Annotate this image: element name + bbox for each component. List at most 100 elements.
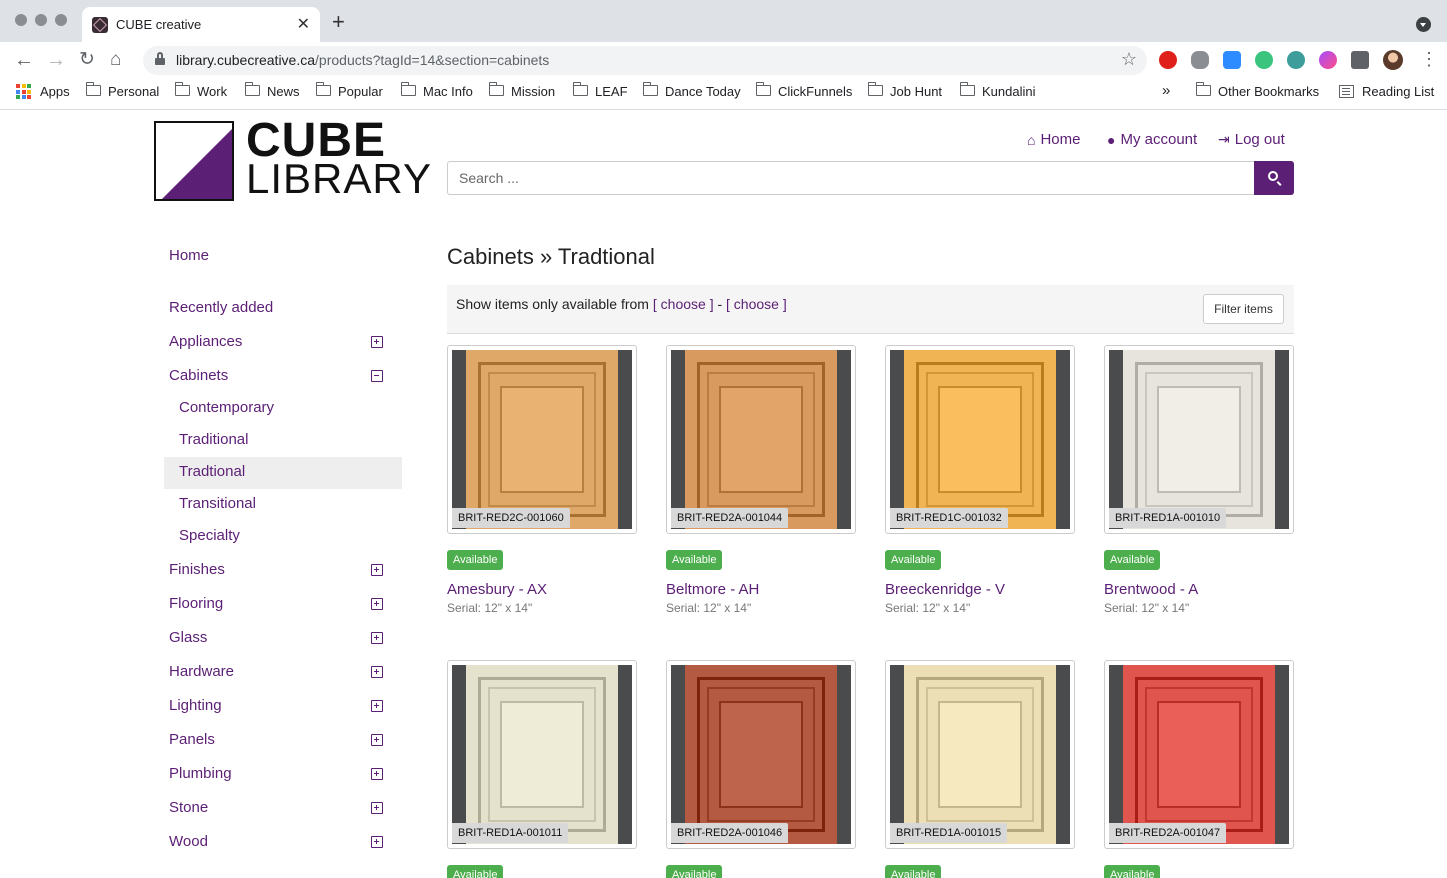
folder-icon	[245, 82, 260, 96]
choose-start-date-link[interactable]: [ choose ]	[653, 296, 714, 312]
product-name-link[interactable]: Brentwood - A	[1104, 581, 1198, 598]
product-thumbnail[interactable]	[666, 660, 856, 849]
availability-badge: Available	[447, 865, 504, 878]
bookmark-mac-info[interactable]: Mac Info	[401, 82, 473, 99]
back-arrow-icon[interactable]: ←	[14, 47, 34, 73]
nav-home-link[interactable]: ⌂ Home	[1027, 131, 1080, 148]
bookmark-news[interactable]: News	[245, 82, 300, 99]
folder-icon	[489, 82, 504, 96]
sidebar-subitem-transitional[interactable]: Transitional	[179, 494, 256, 514]
bookmarks-bar: Apps Personal Work News Popular Mac Info…	[0, 78, 1447, 110]
address-bar[interactable]: library.cubecreative.ca/products?tagId=1…	[143, 46, 1147, 75]
availability-badge: Available	[1104, 550, 1161, 570]
cabinet-door-image	[685, 350, 837, 529]
product-serial: Serial: 12" x 14"	[666, 601, 752, 615]
new-tab-button[interactable]: +	[332, 11, 345, 33]
window-close-button[interactable]	[15, 14, 27, 26]
zoom-extension-icon[interactable]	[1223, 51, 1241, 69]
sidebar-item-stone[interactable]: Stone	[169, 798, 208, 818]
nav-logout-link[interactable]: ⇥ Log out	[1218, 131, 1285, 148]
bookmark-leaf[interactable]: LEAF	[573, 82, 628, 99]
bookmark-dance-today[interactable]: Dance Today	[643, 82, 741, 99]
clickup-extension-icon[interactable]	[1319, 51, 1337, 69]
expand-plus-icon[interactable]	[371, 336, 383, 348]
teal-extension-icon[interactable]	[1287, 51, 1305, 69]
bookmark-personal[interactable]: Personal	[86, 82, 159, 99]
product-sku: BRIT-RED1A-001015	[890, 823, 1008, 843]
filter-items-button[interactable]: Filter items	[1203, 294, 1284, 324]
puzzle-extension-icon[interactable]	[1351, 51, 1369, 69]
expand-plus-icon[interactable]	[371, 564, 383, 576]
bookmark-star-icon[interactable]: ☆	[1121, 49, 1137, 70]
sidebar-item-hardware[interactable]: Hardware	[169, 662, 234, 682]
bookmarks-overflow-button[interactable]: »	[1162, 82, 1170, 99]
expand-plus-icon[interactable]	[371, 632, 383, 644]
product-thumbnail[interactable]	[1104, 345, 1294, 534]
browser-tab[interactable]: CUBE creative ✕	[82, 7, 320, 42]
sidebar-item-appliances[interactable]: Appliances	[169, 332, 242, 352]
folder-icon	[401, 82, 416, 96]
bookmark-mission[interactable]: Mission	[489, 82, 555, 99]
product-thumbnail[interactable]	[885, 345, 1075, 534]
sidebar-item-recently-added[interactable]: Recently added	[169, 298, 273, 318]
bug-extension-icon[interactable]	[1191, 51, 1209, 69]
profile-avatar[interactable]	[1383, 50, 1403, 70]
reading-list-button[interactable]: Reading List	[1339, 84, 1434, 99]
reload-icon[interactable]: ↻	[79, 47, 95, 73]
product-sku: BRIT-RED2A-001047	[1109, 823, 1227, 843]
sidebar-item-glass[interactable]: Glass	[169, 628, 207, 648]
expand-plus-icon[interactable]	[371, 598, 383, 610]
bookmark-apps[interactable]: Apps	[16, 84, 70, 99]
product-name-link[interactable]: Breeckenridge - V	[885, 581, 1005, 598]
cabinet-door-image	[1123, 665, 1275, 844]
expand-plus-icon[interactable]	[371, 734, 383, 746]
sidebar-item-home[interactable]: Home	[169, 246, 209, 266]
product-name-link[interactable]: Beltmore - AH	[666, 581, 759, 598]
sidebar-item-flooring[interactable]: Flooring	[169, 594, 223, 614]
tab-search-button[interactable]	[1416, 17, 1431, 32]
sidebar-item-panels[interactable]: Panels	[169, 730, 215, 750]
expand-plus-icon[interactable]	[371, 802, 383, 814]
window-minimize-button[interactable]	[35, 14, 47, 26]
opera-extension-icon[interactable]	[1159, 51, 1177, 69]
product-name-link[interactable]: Amesbury - AX	[447, 581, 547, 598]
sidebar-subitem-specialty[interactable]: Specialty	[179, 526, 240, 546]
expand-plus-icon[interactable]	[371, 700, 383, 712]
product-thumbnail[interactable]	[666, 345, 856, 534]
sidebar-subitem-tradtional-active[interactable]: Tradtional	[179, 462, 245, 482]
sidebar-item-plumbing[interactable]: Plumbing	[169, 764, 232, 784]
sidebar-subitem-traditional[interactable]: Traditional	[179, 430, 248, 450]
bookmark-other-bookmarks[interactable]: Other Bookmarks	[1196, 82, 1319, 99]
product-thumbnail[interactable]	[447, 345, 637, 534]
bookmark-kundalini[interactable]: Kundalini	[960, 82, 1036, 99]
expand-plus-icon[interactable]	[371, 666, 383, 678]
search-input[interactable]	[447, 161, 1255, 195]
green-extension-icon[interactable]	[1255, 51, 1273, 69]
sidebar-item-wood[interactable]: Wood	[169, 832, 208, 852]
expand-plus-icon[interactable]	[371, 768, 383, 780]
home-icon[interactable]: ⌂	[110, 47, 121, 73]
sidebar-subitem-contemporary[interactable]: Contemporary	[179, 398, 274, 418]
product-thumbnail[interactable]	[447, 660, 637, 849]
choose-end-date-link[interactable]: [ choose ]	[726, 296, 787, 312]
bookmark-job-hunt[interactable]: Job Hunt	[868, 82, 942, 99]
expand-plus-icon[interactable]	[371, 836, 383, 848]
search-button[interactable]	[1254, 161, 1294, 195]
cabinet-door-image	[904, 665, 1056, 844]
collapse-minus-icon[interactable]	[371, 370, 383, 382]
product-thumbnail[interactable]	[1104, 660, 1294, 849]
sidebar-item-cabinets[interactable]: Cabinets	[169, 366, 228, 386]
url-text[interactable]: library.cubecreative.ca/products?tagId=1…	[176, 52, 549, 68]
bookmark-clickfunnels[interactable]: ClickFunnels	[756, 82, 852, 99]
browser-tab-bar: CUBE creative ✕ +	[0, 0, 1447, 42]
sidebar-item-lighting[interactable]: Lighting	[169, 696, 222, 716]
window-zoom-button[interactable]	[55, 14, 67, 26]
browser-menu-icon[interactable]: ⋮	[1420, 49, 1438, 69]
sidebar-item-finishes[interactable]: Finishes	[169, 560, 225, 580]
nav-my-account-link[interactable]: ● My account	[1107, 131, 1197, 148]
bookmark-popular[interactable]: Popular	[316, 82, 383, 99]
close-icon[interactable]: ✕	[297, 14, 310, 34]
forward-arrow-icon[interactable]: →	[46, 47, 66, 73]
bookmark-work[interactable]: Work	[175, 82, 227, 99]
product-thumbnail[interactable]	[885, 660, 1075, 849]
